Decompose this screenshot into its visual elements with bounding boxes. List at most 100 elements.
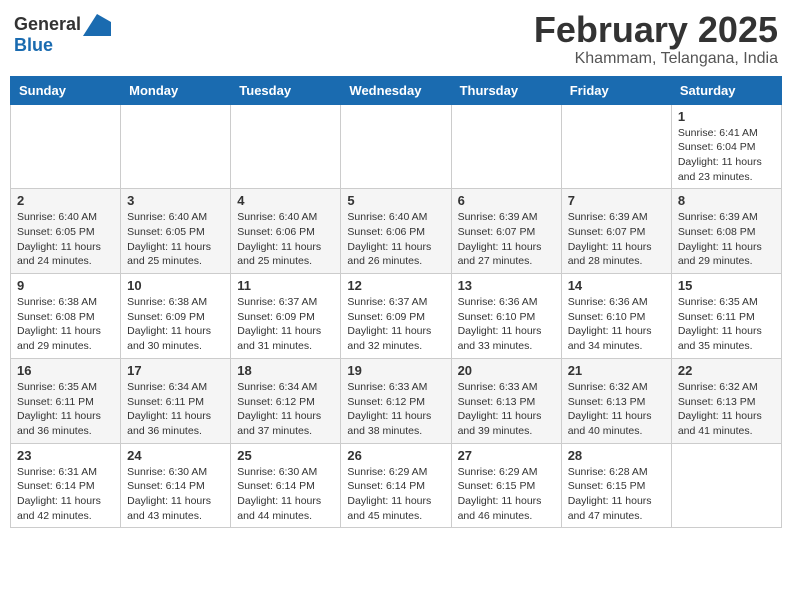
day-number: 15	[678, 278, 775, 293]
month-title: February 2025	[534, 10, 778, 50]
weekday-header-monday: Monday	[121, 76, 231, 104]
day-info: Sunrise: 6:36 AM Sunset: 6:10 PM Dayligh…	[458, 295, 555, 354]
day-info: Sunrise: 6:40 AM Sunset: 6:06 PM Dayligh…	[347, 210, 444, 269]
calendar-cell: 4 Sunrise: 6:40 AM Sunset: 6:06 PM Daylig…	[231, 189, 341, 274]
calendar-week-5: 23 Sunrise: 6:31 AM Sunset: 6:14 PM Dayli…	[11, 443, 782, 528]
day-info: Sunrise: 6:39 AM Sunset: 6:07 PM Dayligh…	[458, 210, 555, 269]
day-info: Sunrise: 6:38 AM Sunset: 6:09 PM Dayligh…	[127, 295, 224, 354]
calendar-cell	[11, 104, 121, 189]
day-info: Sunrise: 6:37 AM Sunset: 6:09 PM Dayligh…	[237, 295, 334, 354]
day-number: 8	[678, 193, 775, 208]
day-info: Sunrise: 6:28 AM Sunset: 6:15 PM Dayligh…	[568, 465, 665, 524]
day-number: 28	[568, 448, 665, 463]
calendar-table: SundayMondayTuesdayWednesdayThursdayFrid…	[10, 76, 782, 529]
day-number: 23	[17, 448, 114, 463]
calendar-cell: 1 Sunrise: 6:41 AM Sunset: 6:04 PM Daylig…	[671, 104, 781, 189]
calendar-week-4: 16 Sunrise: 6:35 AM Sunset: 6:11 PM Dayli…	[11, 358, 782, 443]
day-number: 21	[568, 363, 665, 378]
calendar-cell: 17 Sunrise: 6:34 AM Sunset: 6:11 PM Dayli…	[121, 358, 231, 443]
day-number: 2	[17, 193, 114, 208]
day-number: 14	[568, 278, 665, 293]
day-info: Sunrise: 6:38 AM Sunset: 6:08 PM Dayligh…	[17, 295, 114, 354]
day-number: 17	[127, 363, 224, 378]
day-number: 11	[237, 278, 334, 293]
day-info: Sunrise: 6:30 AM Sunset: 6:14 PM Dayligh…	[127, 465, 224, 524]
day-info: Sunrise: 6:31 AM Sunset: 6:14 PM Dayligh…	[17, 465, 114, 524]
weekday-header-row: SundayMondayTuesdayWednesdayThursdayFrid…	[11, 76, 782, 104]
day-info: Sunrise: 6:34 AM Sunset: 6:11 PM Dayligh…	[127, 380, 224, 439]
calendar-cell: 7 Sunrise: 6:39 AM Sunset: 6:07 PM Daylig…	[561, 189, 671, 274]
day-number: 9	[17, 278, 114, 293]
calendar-cell: 3Sunrise: 6:40 AM Sunset: 6:05 PM Daylig…	[121, 189, 231, 274]
calendar-cell	[561, 104, 671, 189]
day-number: 16	[17, 363, 114, 378]
day-info: Sunrise: 6:39 AM Sunset: 6:08 PM Dayligh…	[678, 210, 775, 269]
day-number: 5	[347, 193, 444, 208]
weekday-header-tuesday: Tuesday	[231, 76, 341, 104]
calendar-cell	[231, 104, 341, 189]
calendar-week-2: 2 Sunrise: 6:40 AM Sunset: 6:05 PM Daylig…	[11, 189, 782, 274]
title-block: February 2025 Khammam, Telangana, India	[534, 10, 778, 68]
day-number: 27	[458, 448, 555, 463]
day-info: Sunrise: 6:29 AM Sunset: 6:15 PM Dayligh…	[458, 465, 555, 524]
calendar-cell: 26Sunrise: 6:29 AM Sunset: 6:14 PM Dayli…	[341, 443, 451, 528]
day-number: 4	[237, 193, 334, 208]
logo-icon	[83, 14, 111, 36]
day-number: 25	[237, 448, 334, 463]
day-number: 19	[347, 363, 444, 378]
calendar-week-3: 9 Sunrise: 6:38 AM Sunset: 6:08 PM Daylig…	[11, 274, 782, 359]
day-number: 7	[568, 193, 665, 208]
calendar-cell: 10 Sunrise: 6:38 AM Sunset: 6:09 PM Dayli…	[121, 274, 231, 359]
day-number: 24	[127, 448, 224, 463]
calendar-cell	[121, 104, 231, 189]
day-number: 20	[458, 363, 555, 378]
day-info: Sunrise: 6:35 AM Sunset: 6:11 PM Dayligh…	[17, 380, 114, 439]
day-info: Sunrise: 6:32 AM Sunset: 6:13 PM Dayligh…	[678, 380, 775, 439]
day-info: Sunrise: 6:41 AM Sunset: 6:04 PM Dayligh…	[678, 126, 775, 185]
day-info: Sunrise: 6:34 AM Sunset: 6:12 PM Dayligh…	[237, 380, 334, 439]
calendar-cell: 19 Sunrise: 6:33 AM Sunset: 6:12 PM Dayli…	[341, 358, 451, 443]
calendar-cell: 14Sunrise: 6:36 AM Sunset: 6:10 PM Dayli…	[561, 274, 671, 359]
calendar-cell: 16 Sunrise: 6:35 AM Sunset: 6:11 PM Dayli…	[11, 358, 121, 443]
day-info: Sunrise: 6:35 AM Sunset: 6:11 PM Dayligh…	[678, 295, 775, 354]
day-info: Sunrise: 6:40 AM Sunset: 6:06 PM Dayligh…	[237, 210, 334, 269]
weekday-header-wednesday: Wednesday	[341, 76, 451, 104]
day-number: 18	[237, 363, 334, 378]
logo-blue-text: Blue	[14, 35, 53, 55]
day-info: Sunrise: 6:40 AM Sunset: 6:05 PM Dayligh…	[17, 210, 114, 269]
weekday-header-saturday: Saturday	[671, 76, 781, 104]
day-number: 6	[458, 193, 555, 208]
day-info: Sunrise: 6:37 AM Sunset: 6:09 PM Dayligh…	[347, 295, 444, 354]
logo: General Blue	[14, 14, 111, 56]
calendar-cell: 2 Sunrise: 6:40 AM Sunset: 6:05 PM Daylig…	[11, 189, 121, 274]
calendar-cell: 28 Sunrise: 6:28 AM Sunset: 6:15 PM Dayli…	[561, 443, 671, 528]
calendar-cell: 6 Sunrise: 6:39 AM Sunset: 6:07 PM Daylig…	[451, 189, 561, 274]
day-number: 12	[347, 278, 444, 293]
logo-general-text: General	[14, 14, 81, 34]
day-info: Sunrise: 6:32 AM Sunset: 6:13 PM Dayligh…	[568, 380, 665, 439]
day-number: 3	[127, 193, 224, 208]
day-info: Sunrise: 6:39 AM Sunset: 6:07 PM Dayligh…	[568, 210, 665, 269]
calendar-cell: 24 Sunrise: 6:30 AM Sunset: 6:14 PM Dayli…	[121, 443, 231, 528]
calendar-cell: 23 Sunrise: 6:31 AM Sunset: 6:14 PM Dayli…	[11, 443, 121, 528]
calendar-cell: 8 Sunrise: 6:39 AM Sunset: 6:08 PM Daylig…	[671, 189, 781, 274]
calendar-cell	[451, 104, 561, 189]
day-info: Sunrise: 6:33 AM Sunset: 6:12 PM Dayligh…	[347, 380, 444, 439]
weekday-header-friday: Friday	[561, 76, 671, 104]
calendar-cell: 11 Sunrise: 6:37 AM Sunset: 6:09 PM Dayli…	[231, 274, 341, 359]
day-number: 1	[678, 109, 775, 124]
calendar-cell: 25 Sunrise: 6:30 AM Sunset: 6:14 PM Dayli…	[231, 443, 341, 528]
calendar-cell: 15 Sunrise: 6:35 AM Sunset: 6:11 PM Dayli…	[671, 274, 781, 359]
calendar-cell: 13 Sunrise: 6:36 AM Sunset: 6:10 PM Dayli…	[451, 274, 561, 359]
calendar-cell	[341, 104, 451, 189]
day-number: 22	[678, 363, 775, 378]
day-info: Sunrise: 6:30 AM Sunset: 6:14 PM Dayligh…	[237, 465, 334, 524]
day-number: 10	[127, 278, 224, 293]
calendar-cell: 9 Sunrise: 6:38 AM Sunset: 6:08 PM Daylig…	[11, 274, 121, 359]
location-text: Khammam, Telangana, India	[534, 50, 778, 68]
calendar-cell: 27 Sunrise: 6:29 AM Sunset: 6:15 PM Dayli…	[451, 443, 561, 528]
page-header: General Blue February 2025 Khammam, Tela…	[10, 10, 782, 68]
day-number: 13	[458, 278, 555, 293]
weekday-header-sunday: Sunday	[11, 76, 121, 104]
calendar-cell: 20Sunrise: 6:33 AM Sunset: 6:13 PM Dayli…	[451, 358, 561, 443]
